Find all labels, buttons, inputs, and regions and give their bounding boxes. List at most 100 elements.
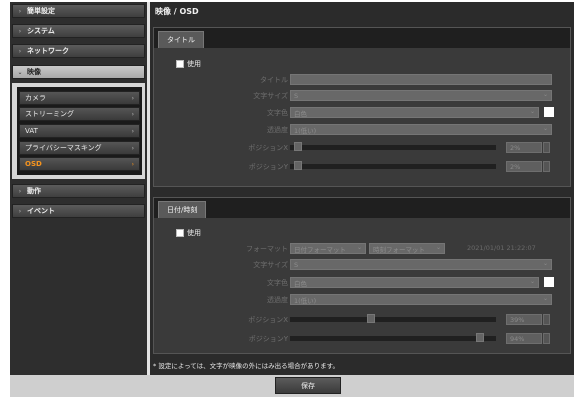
datetime-text-color-select[interactable]: 白色 ⌄ xyxy=(290,277,539,288)
slider-handle[interactable] xyxy=(294,142,302,151)
title-text-color-row: 文字色 白色 ⌄ xyxy=(154,107,570,119)
datetime-preview: 2021/01/01 21:22:07 xyxy=(467,244,536,252)
chevron-down-icon: ⌄ xyxy=(435,244,441,251)
sidebar-item-action[interactable]: › 動作 xyxy=(12,184,145,198)
title-pos-x-stepper[interactable] xyxy=(543,142,550,153)
chevron-down-icon: ⌄ xyxy=(542,260,548,267)
submenu-item-privacy-masking[interactable]: プライバシーマスキング › xyxy=(19,141,140,155)
datetime-pos-x-row: ポジションX 39% xyxy=(154,314,570,326)
field-label: 文字サイズ xyxy=(253,92,288,100)
field-label: 文字色 xyxy=(267,109,288,117)
title-font-size-row: 文字サイズ S ⌄ xyxy=(154,90,570,102)
datetime-format-row: フォーマット 日付フォーマット ⌄ 時刻フォーマット ⌄ 2021/01/01 … xyxy=(154,243,570,255)
chevron-down-icon: ⌄ xyxy=(542,91,548,98)
submenu-item-camera[interactable]: カメラ › xyxy=(19,91,140,105)
title-pos-x-row: ポジションX 2% xyxy=(154,142,570,154)
field-label: 透過度 xyxy=(267,296,288,304)
submenu-item-label: OSD xyxy=(25,160,42,168)
select-value: 日付フォーマット xyxy=(294,245,346,254)
tab-datetime[interactable]: 日付/時刻 xyxy=(158,201,207,218)
chevron-right-icon: › xyxy=(18,187,22,195)
chevron-right-icon: › xyxy=(131,94,134,102)
color-swatch xyxy=(544,107,554,117)
title-font-size-select[interactable]: S ⌄ xyxy=(290,90,552,101)
title-pos-x-slider[interactable] xyxy=(290,142,496,151)
video-submenu: カメラ › ストリーミング › VAT › プライバシーマスキング › OSD xyxy=(12,83,145,179)
datetime-use-label: 使用 xyxy=(187,229,201,237)
sidebar-item-video[interactable]: ⌄ 映像 xyxy=(12,65,145,79)
datetime-font-size-row: 文字サイズ S ⌄ xyxy=(154,259,570,271)
sidebar-item-quick-setup[interactable]: › 簡単設定 xyxy=(12,4,145,18)
title-text-color-select[interactable]: 白色 ⌄ xyxy=(290,107,539,118)
title-use-checkbox[interactable] xyxy=(176,60,184,68)
title-pos-y-row: ポジションY 2% xyxy=(154,161,570,173)
chevron-right-icon: › xyxy=(131,127,134,135)
slider-handle[interactable] xyxy=(476,333,484,342)
date-format-select[interactable]: 日付フォーマット ⌄ xyxy=(290,243,366,254)
datetime-pos-y-stepper[interactable] xyxy=(543,333,550,344)
title-text-input[interactable] xyxy=(290,74,552,85)
datetime-pos-y-value[interactable]: 94% xyxy=(506,333,542,344)
chevron-down-icon: ⌄ xyxy=(356,244,362,251)
app-window: › 簡単設定 › システム › ネットワーク ⌄ 映像 カメラ › ストリーミン… xyxy=(10,2,574,397)
sidebar-item-event[interactable]: › イベント xyxy=(12,204,145,218)
datetime-transparency-row: 透過度 1(低い) ⌄ xyxy=(154,294,570,306)
title-pos-y-stepper[interactable] xyxy=(543,161,550,172)
submenu-item-label: プライバシーマスキング xyxy=(25,144,102,152)
field-label: 文字サイズ xyxy=(253,261,288,269)
datetime-font-size-select[interactable]: S ⌄ xyxy=(290,259,552,270)
field-label: 文字色 xyxy=(267,279,288,287)
field-label: ポジションY xyxy=(248,335,288,343)
title-pos-y-value[interactable]: 2% xyxy=(506,161,542,172)
title-transparency-select[interactable]: 1(低い) ⌄ xyxy=(290,124,552,135)
chevron-down-icon: ⌄ xyxy=(542,125,548,132)
datetime-transparency-select[interactable]: 1(低い) ⌄ xyxy=(290,294,552,305)
submenu-item-osd[interactable]: OSD › xyxy=(19,157,140,171)
slider-handle[interactable] xyxy=(294,161,302,170)
datetime-pos-x-value[interactable]: 39% xyxy=(506,314,542,325)
select-value: S xyxy=(294,91,299,100)
select-value: 1(低い) xyxy=(294,126,317,135)
video-submenu-list: カメラ › ストリーミング › VAT › プライバシーマスキング › OSD xyxy=(17,87,142,175)
title-pos-y-slider[interactable] xyxy=(290,161,496,170)
datetime-pos-y-slider[interactable] xyxy=(290,333,496,342)
select-value: S xyxy=(294,260,299,269)
datetime-pos-x-stepper[interactable] xyxy=(543,314,550,325)
sidebar-item-network[interactable]: › ネットワーク xyxy=(12,44,145,58)
sidebar-item-label: ネットワーク xyxy=(27,47,69,55)
sidebar-item-label: イベント xyxy=(27,207,55,215)
select-value: 1(低い) xyxy=(294,296,317,305)
save-button[interactable]: 保存 xyxy=(275,377,341,394)
chevron-right-icon: › xyxy=(131,160,134,168)
chevron-down-icon: ⌄ xyxy=(17,68,23,76)
footnote: * 設定によっては、文字が映像の外にはみ出る場合があります。 xyxy=(153,362,340,370)
datetime-pos-y-row: ポジションY 94% xyxy=(154,333,570,345)
slider-handle[interactable] xyxy=(367,314,375,323)
bottom-bar: 保存 xyxy=(10,375,574,397)
datetime-text-color-row: 文字色 白色 ⌄ xyxy=(154,277,570,289)
chevron-right-icon: › xyxy=(131,110,134,118)
submenu-item-streaming[interactable]: ストリーミング › xyxy=(19,107,140,121)
title-pos-x-value[interactable]: 2% xyxy=(506,142,542,153)
field-label: ポジションX xyxy=(248,144,288,152)
select-value: 時刻フォーマット xyxy=(373,245,425,254)
field-label: タイトル xyxy=(260,76,288,84)
submenu-item-label: ストリーミング xyxy=(25,110,74,118)
chevron-down-icon: ⌄ xyxy=(529,108,535,115)
field-label: ポジションY xyxy=(248,163,288,171)
sidebar-item-label: システム xyxy=(27,27,55,35)
title-use-label: 使用 xyxy=(187,60,201,68)
page-title: 映像 / OSD xyxy=(155,7,199,16)
sidebar-item-system[interactable]: › システム xyxy=(12,24,145,38)
title-osd-section: タイトル 使用 タイトル 文字サイズ S ⌄ 文字色 白色 ⌄ 透過度 1(低い… xyxy=(153,27,571,187)
time-format-select[interactable]: 時刻フォーマット ⌄ xyxy=(369,243,445,254)
sidebar-item-label: 映像 xyxy=(27,68,41,76)
tab-title[interactable]: タイトル xyxy=(158,31,204,48)
field-label: フォーマット xyxy=(246,245,288,253)
main-panel: 映像 / OSD タイトル 使用 タイトル 文字サイズ S ⌄ 文字色 白色 ⌄… xyxy=(150,2,574,375)
section-header: 日付/時刻 xyxy=(154,198,570,218)
select-value: 白色 xyxy=(294,279,307,288)
datetime-use-checkbox[interactable] xyxy=(176,229,184,237)
datetime-pos-x-slider[interactable] xyxy=(290,314,496,323)
submenu-item-vat[interactable]: VAT › xyxy=(19,124,140,138)
